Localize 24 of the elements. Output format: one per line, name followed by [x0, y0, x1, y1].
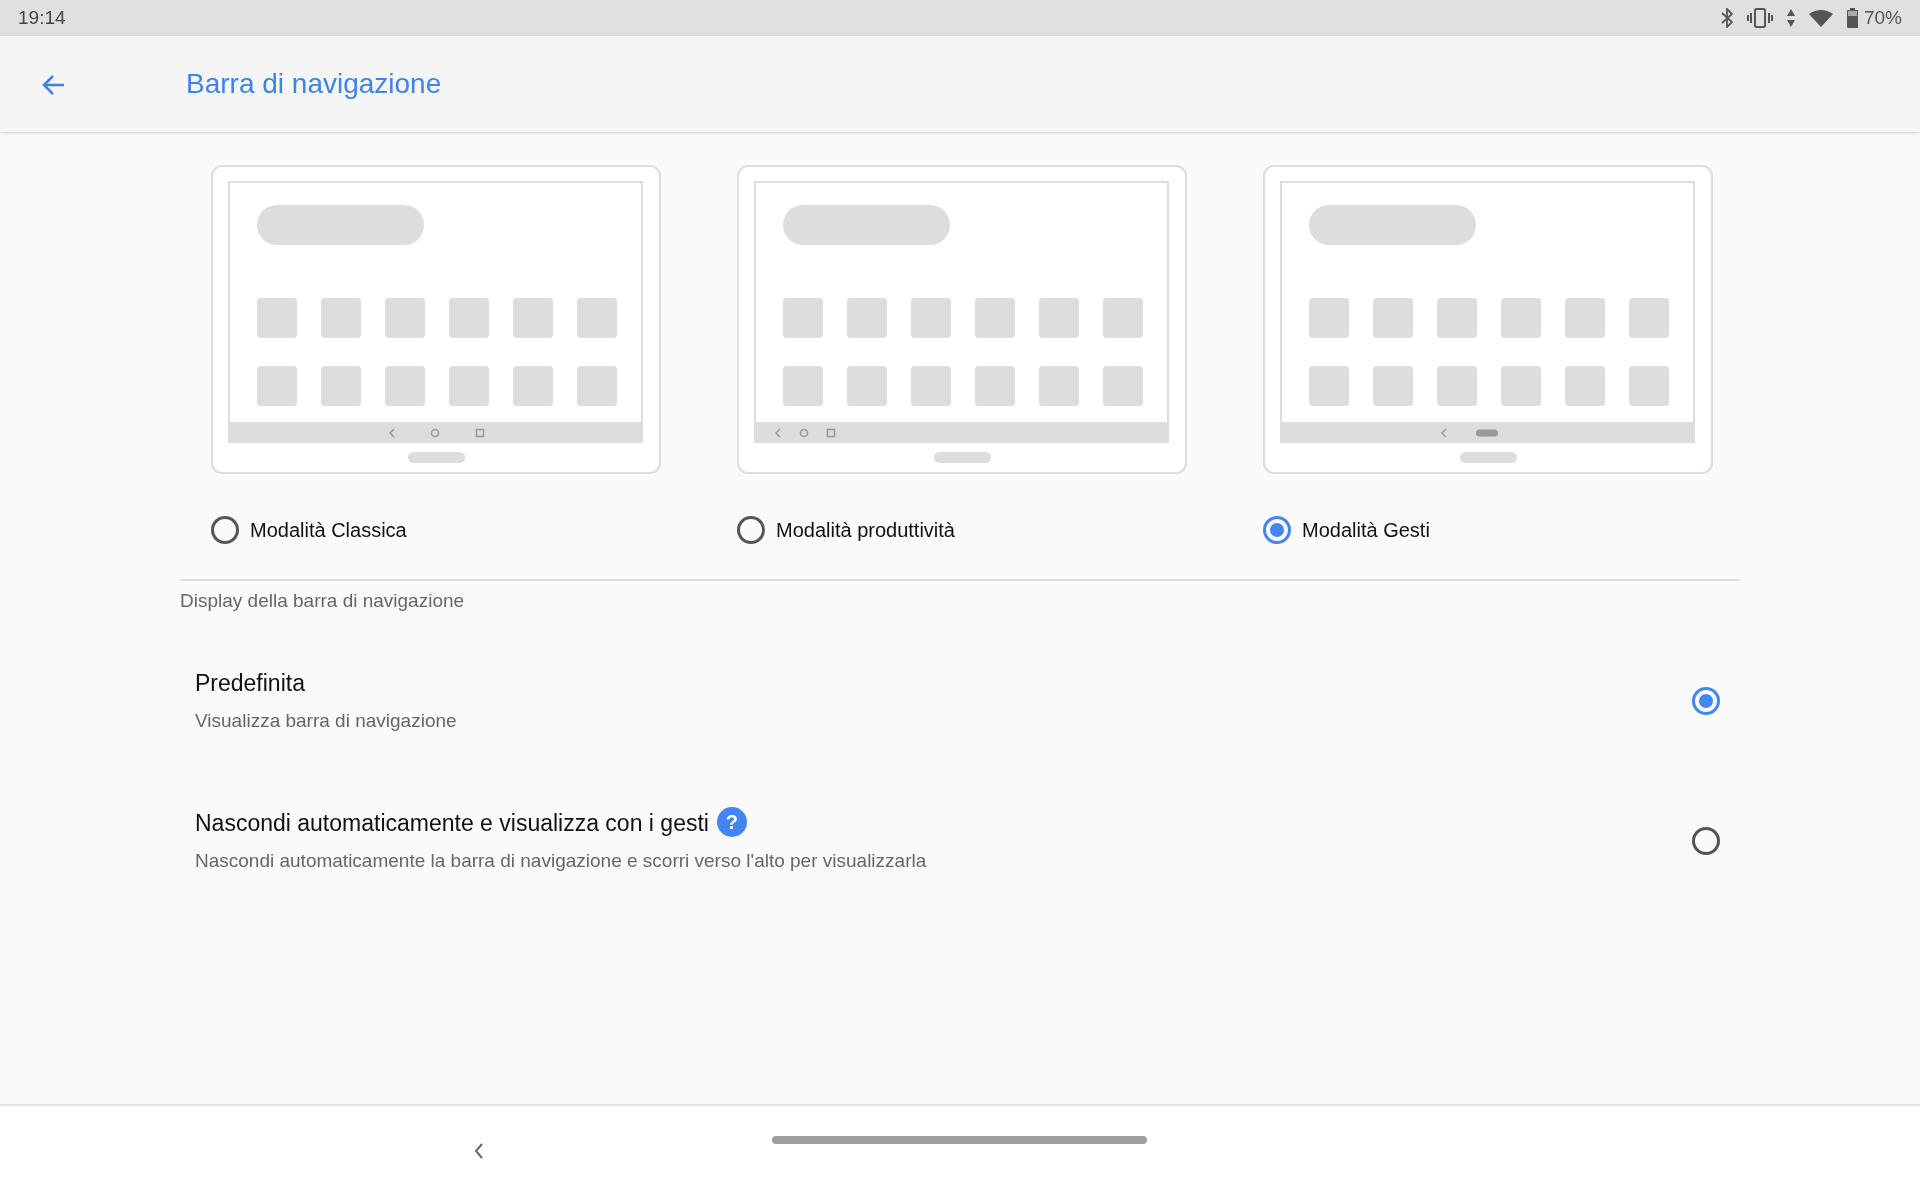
- wifi-icon: [1808, 9, 1833, 27]
- radio-button[interactable]: [1263, 516, 1291, 544]
- bluetooth-icon: [1720, 8, 1733, 28]
- back-arrow-icon: [42, 72, 66, 97]
- mode-radio-option[interactable]: Modalità produttività: [737, 515, 955, 545]
- battery-percent: 70%: [1863, 5, 1902, 30]
- mode-radio-option[interactable]: Modalità Gesti: [1263, 515, 1430, 545]
- option-subtitle: Visualizza barra di navigazione: [195, 708, 457, 733]
- option-title: Predefinita: [195, 670, 305, 696]
- option-subtitle: Nascondi automaticamente la barra di navigazione e scorri verso l'alto per visualizzarla: [195, 848, 927, 873]
- radio-button[interactable]: [1692, 826, 1720, 855]
- help-icon[interactable]: ?: [716, 807, 747, 837]
- mode-radio-option[interactable]: Modalità Classica: [211, 515, 407, 545]
- radio-button[interactable]: [737, 516, 765, 544]
- data-arrows-icon: [1786, 9, 1795, 27]
- radio-button[interactable]: [211, 516, 239, 544]
- home-handle[interactable]: [772, 1136, 1147, 1144]
- section-header: Display della barra di navigazione: [180, 589, 466, 613]
- option-title: Nascondi automaticamente e visualizza con i gesti: [195, 810, 709, 836]
- radio-button[interactable]: [1692, 686, 1720, 715]
- page-title: Barra di navigazione: [186, 67, 442, 101]
- battery-icon: [1846, 8, 1858, 28]
- status-time: 19:14: [18, 5, 66, 30]
- vibrate-icon: [1746, 8, 1773, 28]
